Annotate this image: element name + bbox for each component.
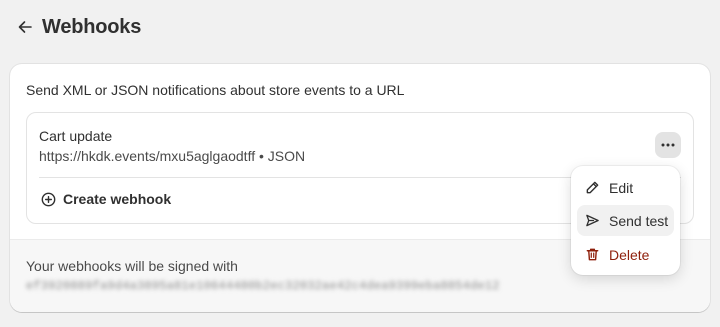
separator-dot: • [259,148,264,164]
plus-circle-icon [41,192,56,206]
webhook-format: JSON [267,148,306,164]
pencil-icon [586,181,599,194]
menu-item-label: Send test [609,212,669,229]
actions-menu: Edit Send test Delete [571,166,680,275]
webhook-name: Cart update [39,128,113,144]
send-icon [586,214,599,227]
more-horizontal-icon [661,143,675,147]
webhook-url: https://hkdk.events/mxu5aglgaodtff [39,148,256,164]
create-webhook-label: Create webhook [63,191,172,207]
arrow-left-icon [18,21,32,33]
page-header: Webhooks [14,12,141,42]
create-webhook-button[interactable]: Create webhook [41,191,171,207]
signing-secret: ef3920889fa9d4a3895a81e10644480b2ec32032… [26,279,500,293]
intro-text: Send XML or JSON notifications about sto… [26,82,405,98]
menu-item-send-test[interactable]: Send test [577,205,674,236]
back-button[interactable] [14,16,36,38]
webhook-details: https://hkdk.events/mxu5aglgaodtff • JSO… [39,148,305,164]
trash-icon [586,248,599,261]
signing-label: Your webhooks will be signed with [26,258,238,274]
menu-item-label: Edit [609,179,634,196]
menu-item-edit[interactable]: Edit [577,172,674,203]
more-actions-button[interactable] [655,132,681,158]
page-title: Webhooks [42,15,142,38]
menu-item-delete[interactable]: Delete [577,239,674,270]
menu-item-label: Delete [609,246,650,263]
